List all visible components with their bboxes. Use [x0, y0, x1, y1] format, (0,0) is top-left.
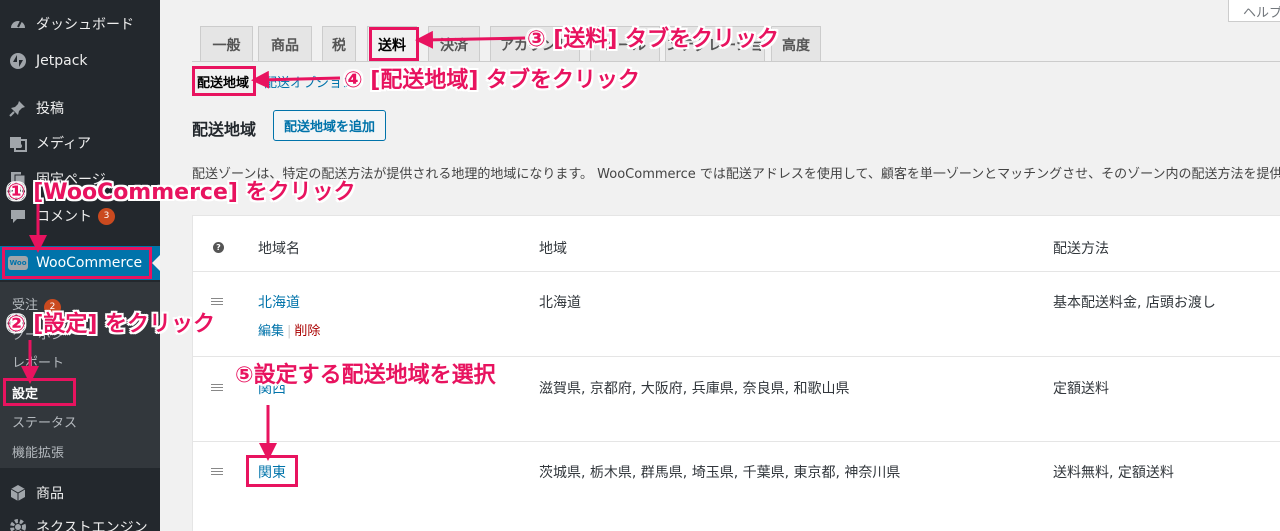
zone-name-link[interactable]: 北海道: [258, 292, 300, 312]
tab-general[interactable]: 一般: [200, 26, 253, 62]
menu-next-engine[interactable]: ネクストエンジン: [0, 510, 160, 531]
add-shipping-zone-button[interactable]: 配送地域を追加: [273, 110, 387, 141]
menu-dashboard[interactable]: ダッシュボード: [0, 7, 160, 41]
drag-handle-icon[interactable]: [211, 382, 223, 393]
row-actions: 編集 | 削除: [258, 324, 321, 339]
tab-products[interactable]: 商品: [258, 26, 312, 62]
highlight-woocommerce: [2, 247, 152, 279]
box-icon: [0, 484, 36, 502]
table-row[interactable]: 関東 茨城県, 栃木県, 群馬県, 埼玉県, 千葉県, 東京都, 神奈川県 送料…: [193, 442, 1280, 526]
zone-region: 北海道: [539, 295, 581, 311]
jetpack-icon: [0, 52, 36, 70]
table-row[interactable]: 北海道 北海道 基本配送料金, 店頭お渡し 編集 | 削除: [193, 272, 1280, 356]
zone-methods: 送料無料, 定額送料: [1053, 465, 1174, 481]
zone-region: 滋賀県, 京都府, 大阪府, 兵庫県, 奈良県, 和歌山県: [539, 381, 850, 397]
delete-link[interactable]: 削除: [294, 324, 320, 339]
comment-icon: [0, 207, 36, 225]
zone-region: 茨城県, 栃木県, 群馬県, 埼玉県, 千葉県, 東京都, 神奈川県: [539, 465, 901, 481]
submenu-extensions[interactable]: 機能拡張: [12, 442, 64, 461]
highlight-kanto: [246, 455, 298, 487]
zone-methods: 基本配送料金, 店頭お渡し: [1053, 295, 1216, 311]
highlight-shipping-tab: [369, 27, 419, 61]
dashboard-icon: [0, 15, 36, 33]
submenu-status[interactable]: ステータス: [12, 412, 77, 431]
help-icon[interactable]: ?: [213, 242, 224, 253]
main-content: ヘルプ 一般 商品 税 送料 決済 アカウント メール インテグレーション 高度…: [160, 0, 1280, 531]
tab-payments[interactable]: 決済: [428, 26, 480, 62]
comment-count-badge: 3: [98, 207, 115, 225]
media-icon: [0, 134, 36, 152]
callout-step3: ③ [送料] タブをクリック: [527, 27, 780, 52]
active-menu-arrow: [152, 255, 160, 271]
submenu-reports[interactable]: レポート: [12, 352, 64, 371]
page-title: 配送地域: [192, 120, 257, 139]
callout-step1: ① [WooCommerce] をクリック: [7, 180, 356, 205]
gear-icon: [0, 518, 36, 531]
menu-media[interactable]: メディア: [0, 126, 160, 160]
callout-step2: ② [設定] をクリック: [7, 312, 216, 337]
tab-tax[interactable]: 税: [322, 26, 356, 62]
highlight-zones-tab: [192, 66, 256, 96]
callout-step5: ⑤設定する配送地域を選択: [235, 363, 496, 388]
highlight-settings: [3, 378, 76, 406]
subsub-shipping-options[interactable]: 配送オプション: [264, 72, 355, 91]
pin-icon: [0, 99, 36, 117]
menu-posts[interactable]: 投稿: [0, 91, 160, 125]
edit-link[interactable]: 編集: [258, 324, 284, 339]
menu-jetpack[interactable]: Jetpack: [0, 44, 160, 78]
zone-methods: 定額送料: [1053, 381, 1109, 397]
callout-step4: ④ [配送地域] タブをクリック: [344, 68, 641, 93]
column-header-region: 地域: [539, 241, 567, 257]
column-header-methods: 配送方法: [1053, 241, 1109, 257]
menu-products[interactable]: 商品: [0, 476, 160, 510]
help-tab[interactable]: ヘルプ: [1228, 0, 1280, 22]
drag-handle-icon[interactable]: [211, 466, 223, 477]
column-header-zone-name: 地域名: [258, 241, 300, 257]
